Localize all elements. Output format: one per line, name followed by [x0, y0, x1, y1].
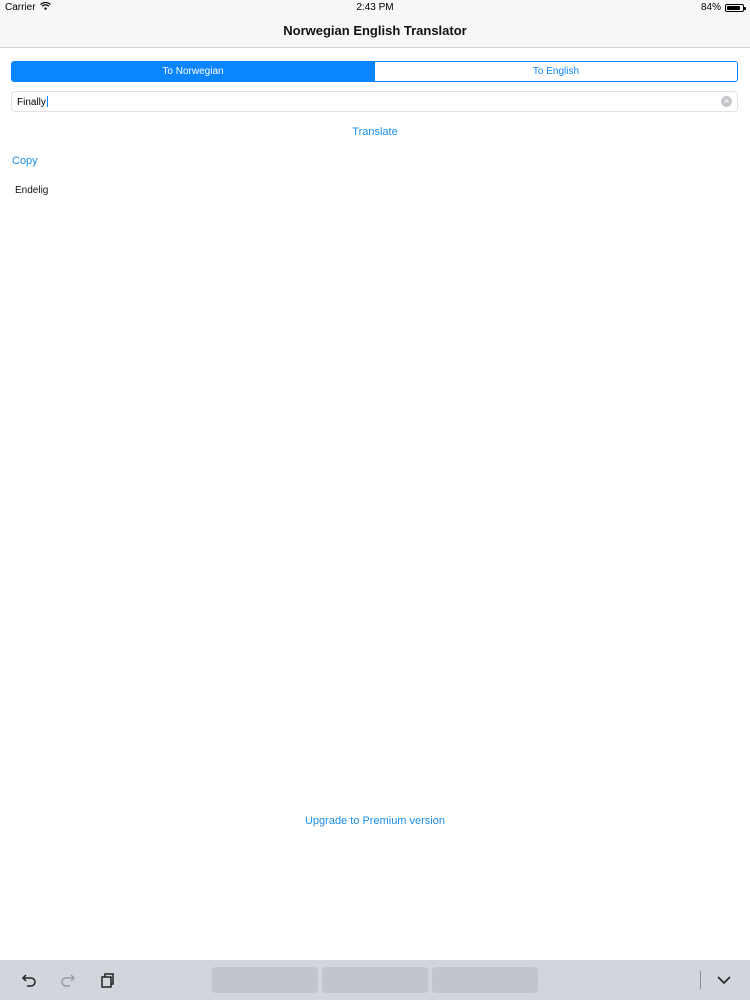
upgrade-premium-button[interactable]: Upgrade to Premium version	[0, 815, 750, 827]
redo-icon[interactable]	[58, 970, 78, 990]
translation-result: Endelig	[15, 185, 49, 196]
keyboard-shortcut-bar	[0, 960, 750, 1000]
battery-icon	[725, 3, 746, 12]
text-cursor	[46, 96, 48, 107]
battery-fill	[727, 5, 740, 10]
status-time: 2:43 PM	[356, 2, 394, 13]
translate-button[interactable]: Translate	[0, 126, 750, 138]
status-right: 84%	[700, 2, 746, 13]
undo-icon[interactable]	[19, 970, 39, 990]
suggestion-slot-2[interactable]	[322, 967, 428, 993]
navigation-bar: Norwegian English Translator	[0, 16, 750, 48]
copy-button[interactable]: Copy	[12, 155, 38, 167]
paste-icon[interactable]	[97, 970, 117, 990]
input-text[interactable]: Finally	[17, 97, 46, 108]
segment-to-english[interactable]: To English	[374, 62, 737, 81]
keyboard-divider	[700, 971, 701, 989]
status-bar: Carrier 2:43 PM 84%	[0, 0, 750, 16]
segment-to-norwegian[interactable]: To Norwegian	[12, 62, 374, 81]
dismiss-keyboard-icon[interactable]	[714, 970, 734, 990]
input-text-wrapper[interactable]: Finally	[17, 96, 48, 108]
suggestion-slot-1[interactable]	[212, 967, 318, 993]
battery-percent: 84%	[700, 2, 721, 13]
direction-segmented-control[interactable]: To Norwegian To English	[11, 61, 738, 82]
page-title: Norwegian English Translator	[283, 23, 467, 38]
suggestion-slot-3[interactable]	[432, 967, 538, 993]
clear-text-icon[interactable]: ×	[721, 96, 732, 107]
source-text-input[interactable]: Finally ×	[11, 91, 738, 112]
